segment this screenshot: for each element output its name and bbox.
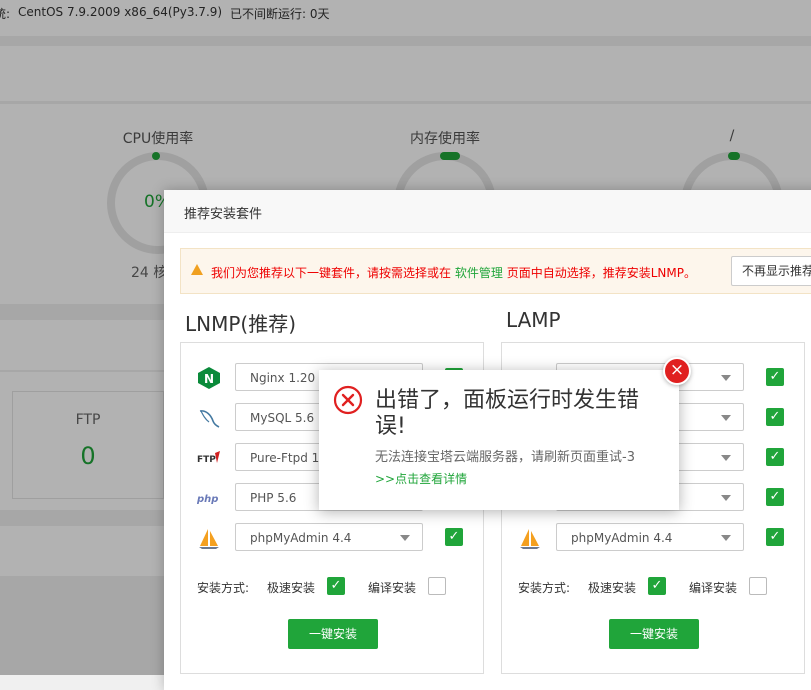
chevron-down-icon — [400, 535, 410, 541]
lamp-phpmyadmin-checkbox[interactable]: ✓ — [766, 528, 784, 546]
chevron-down-icon — [721, 415, 731, 421]
phpmyadmin-checkbox[interactable]: ✓ — [445, 528, 463, 546]
chevron-down-icon — [721, 375, 731, 381]
error-message: 无法连接宝塔云端服务器，请刷新页面重试-3 — [375, 450, 635, 465]
lamp-phpmyadmin-version-label: phpMyAdmin 4.4 — [571, 531, 673, 545]
chevron-down-icon — [721, 455, 731, 461]
lnmp-install-button[interactable]: 一键安装 — [288, 619, 378, 649]
lamp-install-button[interactable]: 一键安装 — [609, 619, 699, 649]
warning-text: 我们为您推荐以下一键套件，请按需选择或在 软件管理 页面中自动选择，推荐安装LN… — [211, 264, 696, 281]
lamp-fast-install-checkbox[interactable]: ✓ — [648, 577, 666, 595]
phpmyadmin-icon — [199, 529, 219, 549]
lamp-install-mode-label: 安装方式: — [518, 581, 571, 595]
svg-text:N: N — [204, 372, 214, 386]
svg-text:php: php — [197, 494, 218, 505]
chevron-down-icon — [721, 495, 731, 501]
recommend-dialog-title: 推荐安装套件 — [184, 207, 263, 222]
lamp-fast-install-label: 极速安装 — [588, 581, 637, 595]
error-dialog: 出错了，面板运行时发生错误! 无法连接宝塔云端服务器，请刷新页面重试-3 >>点… — [319, 370, 679, 510]
error-icon — [333, 385, 363, 415]
lamp-php-checkbox[interactable]: ✓ — [766, 488, 784, 506]
lamp-title: LAMP — [506, 308, 561, 332]
recommend-dialog-header: 推荐安装套件 — [164, 190, 811, 233]
lnmp-fast-install-label: 极速安装 — [267, 581, 316, 595]
mysql-icon — [199, 410, 220, 428]
mysql-version-label: MySQL 5.6 — [250, 411, 315, 425]
no-more-recommend-button[interactable]: 不再显示推荐 — [731, 256, 811, 286]
recommend-warning: 我们为您推荐以下一键套件，请按需选择或在 软件管理 页面中自动选择，推荐安装LN… — [180, 248, 811, 294]
nginx-version-label: Nginx 1.20 — [250, 371, 316, 385]
svg-text:FTP: FTP — [197, 455, 216, 465]
close-icon[interactable]: × — [663, 357, 691, 385]
ftp-version-label: Pure-Ftpd 1 — [250, 451, 320, 465]
lamp-mysql-checkbox[interactable]: ✓ — [766, 408, 784, 426]
warning-icon — [191, 264, 203, 275]
lnmp-compile-install-label: 编译安装 — [368, 581, 417, 595]
lnmp-compile-install-checkbox[interactable] — [428, 577, 446, 595]
lnmp-install-mode-label: 安装方式: — [197, 581, 250, 595]
lamp-row-phpmyadmin: phpMyAdmin 4.4 ✓ — [502, 523, 804, 555]
lamp-phpmyadmin-version-select[interactable]: phpMyAdmin 4.4 — [556, 523, 744, 551]
lamp-ftp-checkbox[interactable]: ✓ — [766, 448, 784, 466]
php-icon: php — [197, 494, 218, 505]
php-version-label: PHP 5.6 — [250, 491, 297, 505]
nginx-icon: N — [198, 367, 220, 389]
error-details-link[interactable]: >>点击查看详情 — [375, 470, 467, 487]
error-title: 出错了，面板运行时发生错误! — [375, 388, 640, 439]
warning-prefix: 我们为您推荐以下一键套件，请按需选择或在 — [211, 266, 452, 280]
chevron-down-icon — [721, 535, 731, 541]
lnmp-row-phpmyadmin: phpMyAdmin 4.4 ✓ — [181, 523, 483, 555]
ftp-icon: FTP — [197, 451, 220, 465]
phpmyadmin-icon — [520, 529, 540, 549]
lnmp-fast-install-checkbox[interactable]: ✓ — [327, 577, 345, 595]
lamp-compile-install-checkbox[interactable] — [749, 577, 767, 595]
phpmyadmin-version-label: phpMyAdmin 4.4 — [250, 531, 352, 545]
lamp-compile-install-label: 编译安装 — [689, 581, 738, 595]
software-manage-link[interactable]: 软件管理 — [455, 266, 503, 280]
apache-checkbox[interactable]: ✓ — [766, 368, 784, 386]
warning-suffix: 页面中自动选择，推荐安装LNMP。 — [506, 266, 696, 280]
phpmyadmin-version-select[interactable]: phpMyAdmin 4.4 — [235, 523, 423, 551]
lnmp-title: LNMP(推荐) — [185, 312, 297, 336]
